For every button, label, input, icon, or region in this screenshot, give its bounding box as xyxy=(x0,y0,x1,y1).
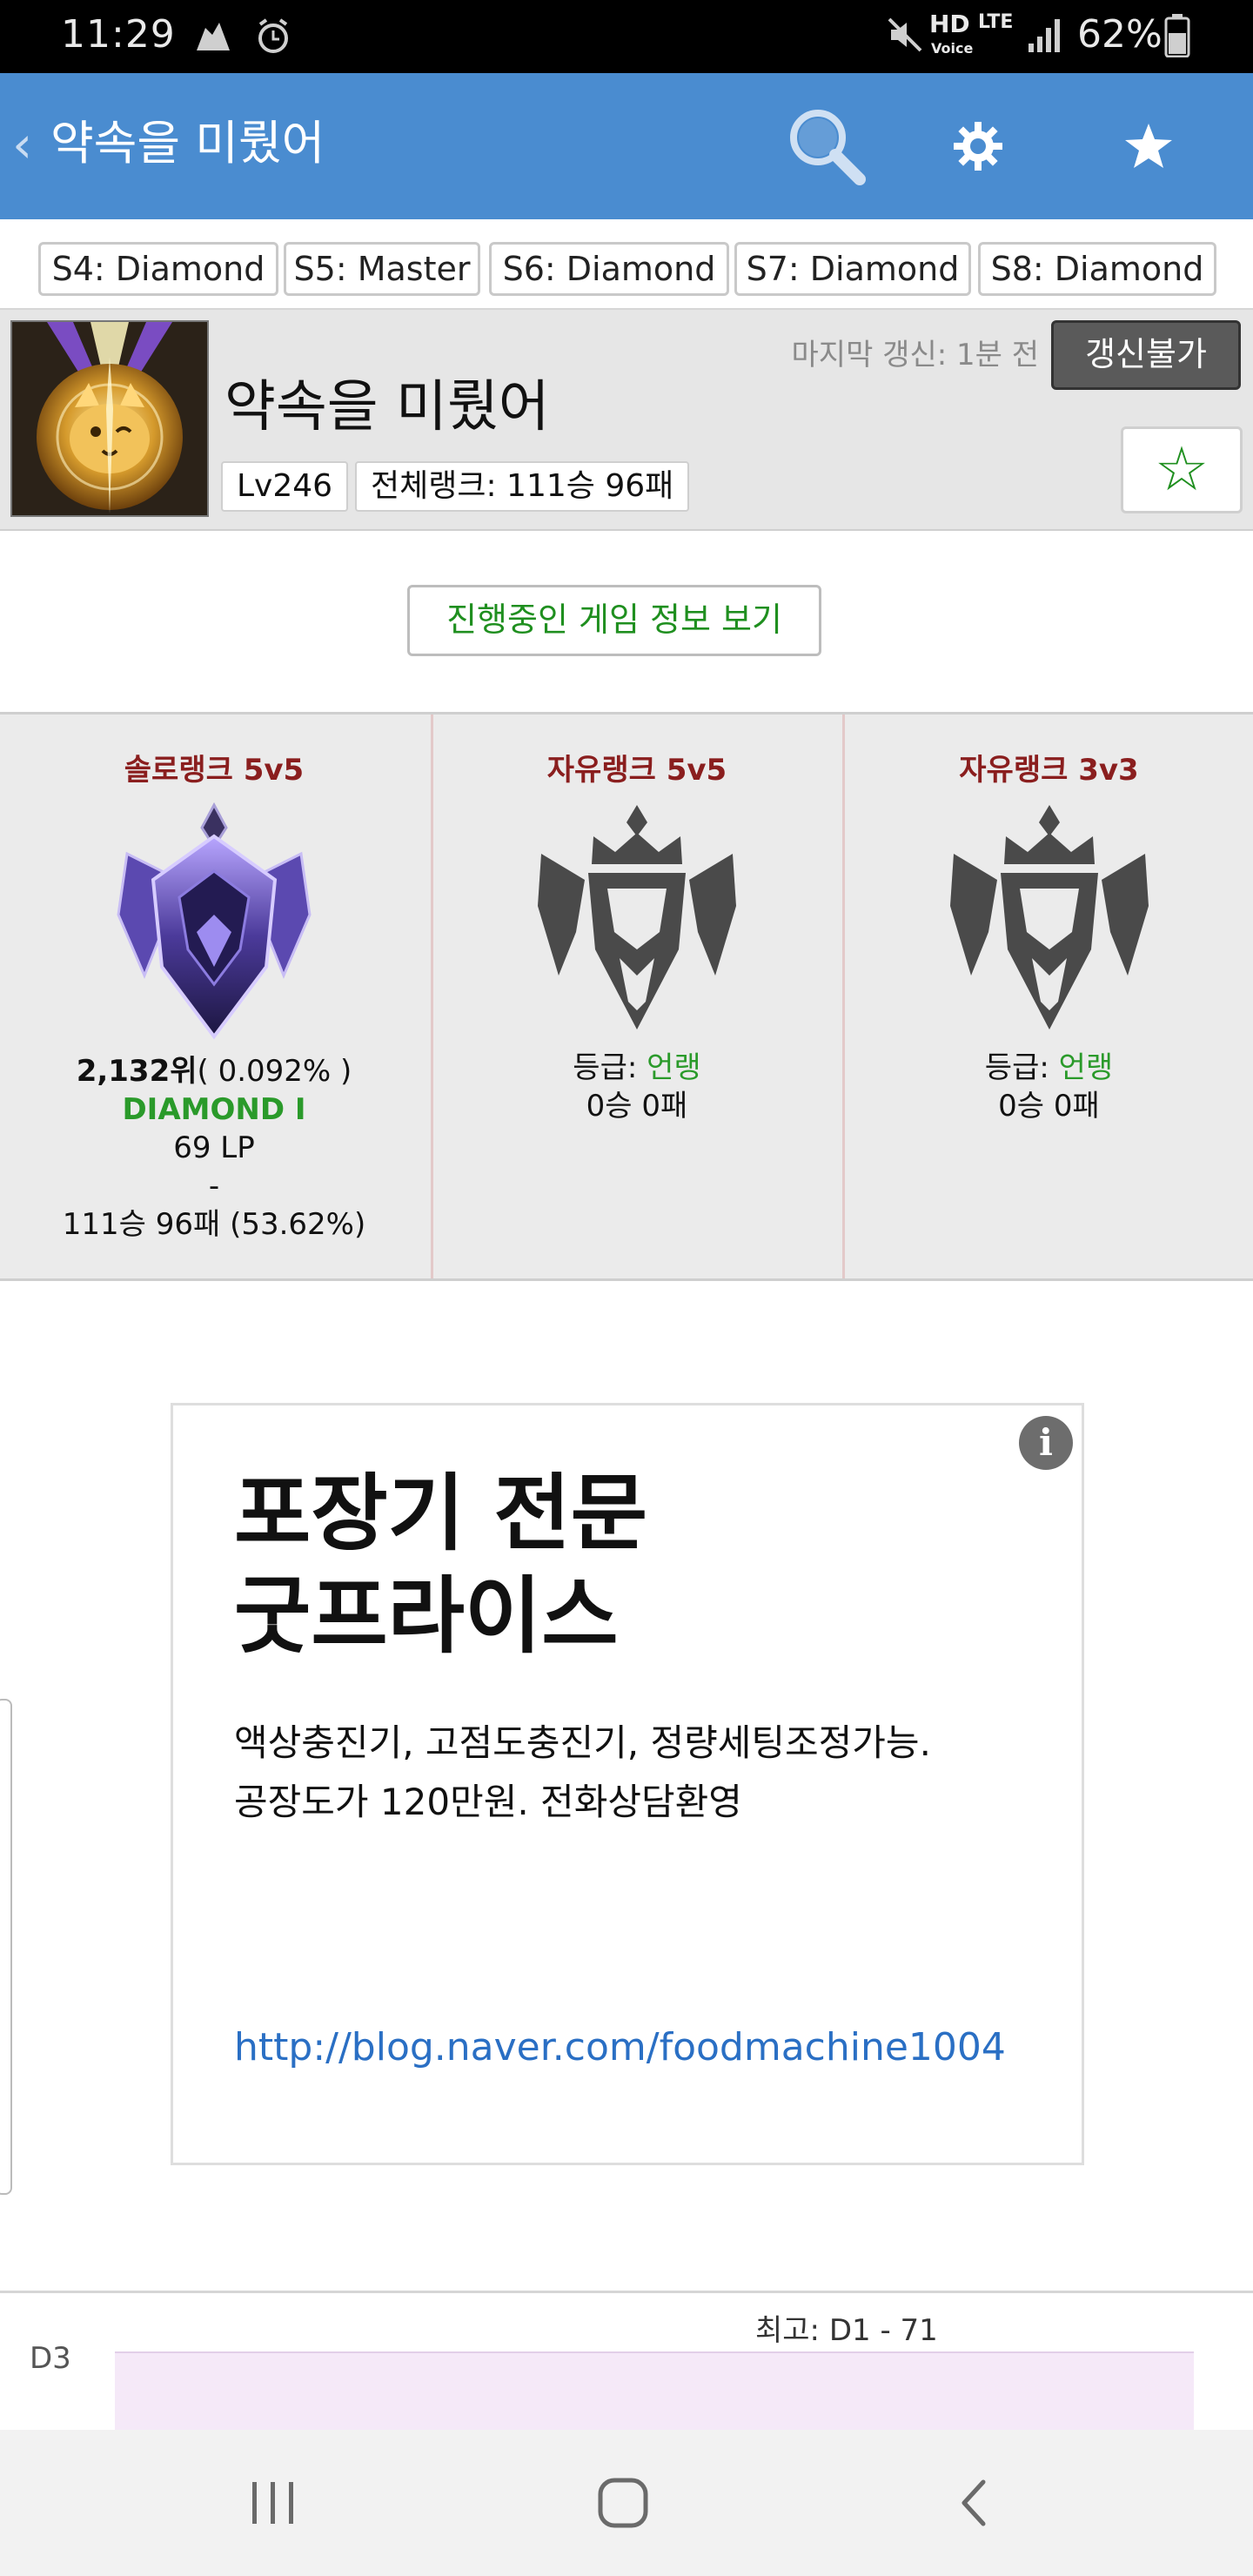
flex5-grade-label: 등급: xyxy=(573,1050,647,1085)
home-icon xyxy=(598,2478,648,2528)
home-button[interactable] xyxy=(536,2430,710,2576)
app-title[interactable]: 약속을 미뤘어 xyxy=(50,113,325,174)
system-nav-bar xyxy=(0,2430,1253,2576)
ad-headline-line2: 굿프라이스 xyxy=(234,1567,619,1665)
renew-button[interactable]: 갱신불가 xyxy=(1051,320,1241,390)
flex5-record: 0승 0패 xyxy=(586,1089,688,1124)
live-game-button[interactable]: 진행중인 게임 정보 보기 xyxy=(407,585,821,656)
solo-dash: - xyxy=(208,1169,220,1204)
rank-panels: 솔로랭크 5v5 2,132위(0.092%) DIAMOND I 69 L… xyxy=(0,712,1253,1281)
graph-tier-label: D3 xyxy=(30,2341,71,2376)
lte-label: LTE xyxy=(978,11,1014,33)
graph-divider xyxy=(0,2291,1253,2293)
app-bar: ‹ 약속을 미뤘어 xyxy=(0,73,1253,219)
gear-icon xyxy=(954,122,1002,171)
flex3-grade: 등급: 언랭 xyxy=(845,1049,1253,1087)
season-tab-s6[interactable]: S6: Diamond xyxy=(489,242,729,296)
back-icon xyxy=(962,2479,986,2526)
last-update-text: 마지막 갱신: 1분 전 xyxy=(791,338,1039,372)
solo-tier: DIAMOND I xyxy=(122,1092,306,1127)
flex5-grade-value: 언랭 xyxy=(647,1050,701,1085)
back-chevron-icon[interactable]: ‹ xyxy=(12,118,32,171)
ad-link[interactable]: http://blog.naver.com/foodmachine1004 xyxy=(234,2025,1006,2070)
mute-icon xyxy=(886,16,924,57)
notification-icon xyxy=(193,19,233,57)
flex3-grade-value: 언랭 xyxy=(1058,1050,1114,1085)
star-icon xyxy=(1125,124,1172,168)
page: 11:29 HD Voice LTE 62% ‹ 약속을 미뤘어 S4: Dia… xyxy=(0,0,1253,2576)
solo-position-pct: ( 0.092% ) xyxy=(197,1054,352,1089)
alarm-icon xyxy=(256,17,291,59)
unranked-emblem-icon xyxy=(945,802,1154,1040)
season-tab-s5[interactable]: S5: Master xyxy=(284,242,480,296)
season-tab-s4[interactable]: S4: Diamond xyxy=(38,242,278,296)
season-tab-s7[interactable]: S7: Diamond xyxy=(734,242,971,296)
ad-info-icon[interactable]: i xyxy=(1019,1416,1073,1470)
avatar xyxy=(10,320,209,517)
season-tabs: S4: Diamond S5: Master S6: Diamond S7: D… xyxy=(0,219,1253,310)
favorites-button[interactable] xyxy=(1096,73,1201,219)
flex5-rank-title: 자유랭크 5v5 xyxy=(546,753,727,788)
search-icon xyxy=(790,110,866,185)
ad-body-line2: 공장도가 120만원. 전화상담환영 xyxy=(234,1781,742,1823)
profile-header: 약속을 미뤘어 Lv246 전체랭크: 111승 96패 마지막 갱신: 1분 … xyxy=(0,310,1253,531)
nav-back-button[interactable] xyxy=(886,2430,1060,2576)
signal-icon xyxy=(1027,17,1062,57)
solo-rank-panel: 솔로랭크 5v5 2,132위(0.092%) DIAMOND I 69 L… xyxy=(0,714,428,1278)
voice-label: Voice xyxy=(931,40,974,57)
flex3-rank-panel: 자유랭크 3v3 등급: 언랭 0승 0패 xyxy=(842,714,1253,1278)
solo-rank-title: 솔로랭크 5v5 xyxy=(124,753,305,788)
hd-label: HD xyxy=(929,10,970,38)
status-time: 11:29 xyxy=(61,12,176,57)
tier-history-graph xyxy=(115,2351,1194,2430)
flex5-grade: 등급: 언랭 xyxy=(433,1049,841,1087)
overall-rank-chip: 전체랭크: 111승 96패 xyxy=(355,461,690,512)
diamond-emblem-icon xyxy=(110,802,318,1045)
flex3-grade-label: 등급: xyxy=(984,1050,1059,1085)
flex3-rank-title: 자유랭크 3v3 xyxy=(959,753,1139,788)
unranked-emblem-icon xyxy=(533,802,741,1040)
status-bar: 11:29 HD Voice LTE 62% xyxy=(0,0,1253,73)
ad-headline-line1: 포장기 전문 xyxy=(234,1465,648,1562)
ad-banner[interactable]: i 포장기 전문 굿프라이스 액상충진기, 고점도충진기, 정량세팅조정가능. … xyxy=(171,1403,1084,2165)
flex3-record: 0승 0패 xyxy=(998,1089,1100,1124)
solo-position-rank: 2,132위 xyxy=(76,1054,198,1089)
graph-max-label: 최고: D1 - 71 xyxy=(755,2313,938,2348)
recents-button[interactable] xyxy=(186,2430,360,2576)
flex5-rank-panel: 자유랭크 5v5 등급: 언랭 0승 0패 xyxy=(431,714,841,1278)
search-button[interactable] xyxy=(774,73,879,219)
add-favorite-button[interactable]: ☆ xyxy=(1121,426,1243,513)
side-drawer-handle[interactable] xyxy=(0,1699,12,2195)
summoner-name: 약속을 미뤘어 xyxy=(224,375,550,439)
battery-icon xyxy=(1164,14,1190,61)
solo-ladder-rank: 2,132위( 0.092% ) xyxy=(0,1052,428,1090)
star-outline-icon: ☆ xyxy=(1154,433,1209,505)
solo-lp: 69 LP xyxy=(173,1130,255,1165)
solo-record: 111승 96패 (53.62%) xyxy=(62,1207,366,1242)
level-chip: Lv246 xyxy=(221,461,349,512)
battery-percent: 62% xyxy=(1077,12,1163,57)
settings-button[interactable] xyxy=(926,73,1030,219)
recents-icon xyxy=(252,2482,293,2524)
season-tab-s8[interactable]: S8: Diamond xyxy=(978,242,1216,296)
ad-body-line1: 액상충진기, 고점도충진기, 정량세팅조정가능. xyxy=(234,1721,931,1764)
